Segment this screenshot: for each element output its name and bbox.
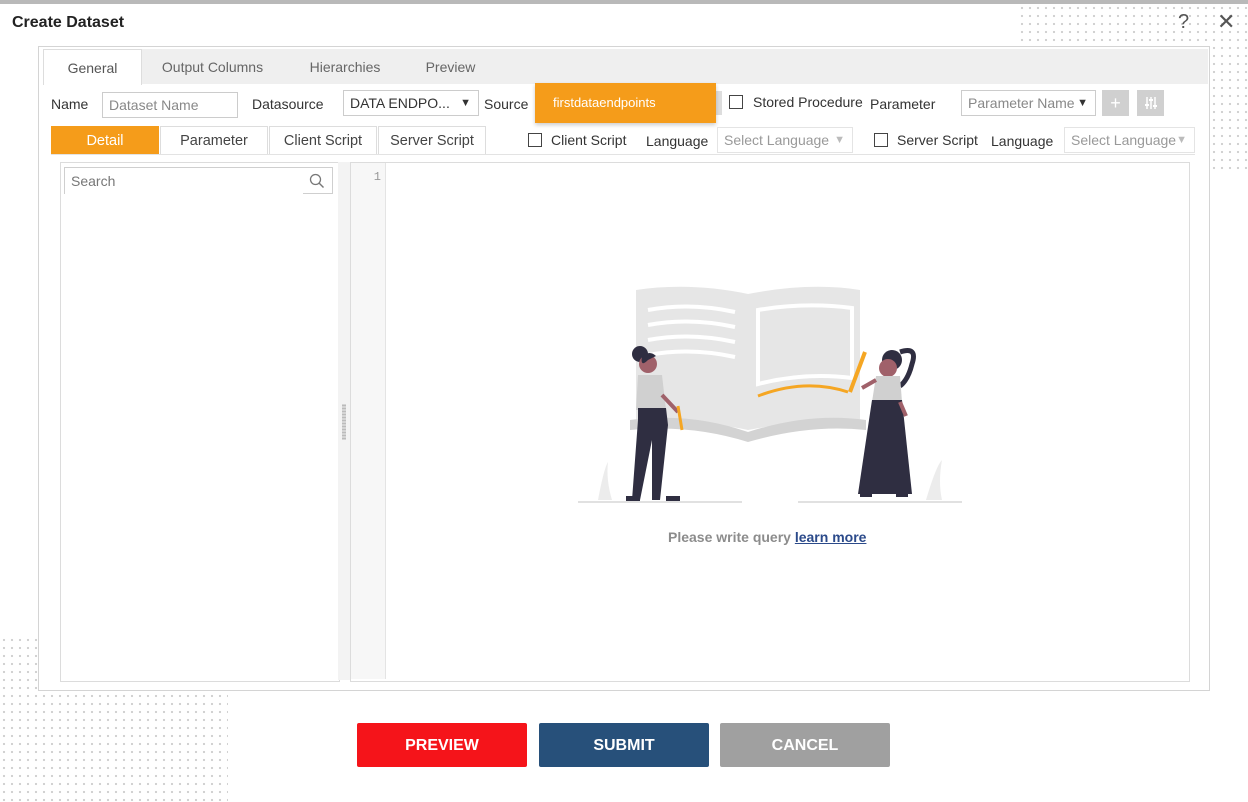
subtab-detail[interactable]: Detail bbox=[51, 126, 159, 155]
empty-state-message: Please write query learn more bbox=[668, 529, 866, 545]
tab-preview[interactable]: Preview bbox=[413, 49, 488, 84]
chevron-down-icon: ▼ bbox=[1077, 97, 1088, 109]
server-script-checkbox[interactable] bbox=[874, 133, 888, 147]
close-icon[interactable]: ✕ bbox=[1217, 11, 1235, 33]
parameter-name-placeholder: Parameter Name bbox=[968, 95, 1075, 111]
preview-button[interactable]: PREVIEW bbox=[357, 723, 527, 767]
subtab-client-script[interactable]: Client Script bbox=[269, 126, 377, 155]
drag-handle-icon[interactable] bbox=[342, 404, 346, 440]
datasource-label: Datasource bbox=[252, 96, 324, 112]
empty-state-illustration bbox=[578, 286, 962, 503]
search-input[interactable] bbox=[65, 168, 303, 194]
learn-more-link[interactable]: learn more bbox=[795, 529, 867, 545]
source-select-edge bbox=[716, 91, 722, 115]
empty-state-text: Please write query bbox=[668, 529, 791, 545]
plus-icon: + bbox=[1110, 93, 1121, 113]
subtab-underline bbox=[51, 154, 1195, 155]
client-script-label: Client Script bbox=[551, 132, 627, 148]
subtab-parameter[interactable]: Parameter bbox=[160, 126, 268, 155]
add-parameter-button[interactable]: + bbox=[1102, 90, 1129, 116]
client-language-label: Language bbox=[646, 133, 709, 149]
left-tree-pane bbox=[60, 162, 340, 682]
server-language-placeholder: Select Language bbox=[1071, 132, 1177, 148]
client-script-checkbox[interactable] bbox=[528, 133, 542, 147]
parameter-settings-button[interactable] bbox=[1137, 90, 1164, 116]
name-label: Name bbox=[51, 96, 89, 112]
source-option-highlighted[interactable]: firstdataendpoints bbox=[535, 83, 716, 123]
tree-search bbox=[64, 167, 333, 194]
server-script-label: Server Script bbox=[897, 132, 978, 148]
editor-gutter bbox=[351, 163, 386, 679]
help-icon[interactable]: ? bbox=[1178, 11, 1189, 34]
submit-button[interactable]: SUBMIT bbox=[539, 723, 709, 767]
dataset-name-input[interactable] bbox=[102, 92, 238, 118]
tab-general[interactable]: General bbox=[43, 49, 142, 85]
datasource-select[interactable]: DATA ENDPO... ▼ bbox=[343, 90, 479, 116]
line-number: 1 bbox=[373, 170, 381, 184]
subtab-server-script[interactable]: Server Script bbox=[378, 126, 486, 155]
cancel-button[interactable]: CANCEL bbox=[720, 723, 890, 767]
parameter-label: Parameter bbox=[870, 96, 936, 112]
sliders-icon bbox=[1144, 97, 1157, 109]
client-language-select[interactable]: Select Language ▼ bbox=[717, 127, 853, 153]
chevron-down-icon: ▼ bbox=[834, 134, 845, 146]
source-label: Source bbox=[484, 96, 529, 112]
main-tabbar: General Output Columns Hierarchies Previ… bbox=[43, 49, 1208, 85]
search-icon[interactable] bbox=[309, 173, 325, 189]
chevron-down-icon: ▼ bbox=[460, 97, 471, 109]
tab-hierarchies[interactable]: Hierarchies bbox=[295, 49, 395, 84]
stored-procedure-checkbox[interactable] bbox=[729, 95, 743, 109]
parameter-name-select[interactable]: Parameter Name ▼ bbox=[961, 90, 1096, 116]
dialog-title: Create Dataset bbox=[12, 14, 125, 31]
chevron-down-icon: ▼ bbox=[1176, 134, 1187, 146]
server-language-select[interactable]: Select Language ▼ bbox=[1064, 127, 1195, 153]
tab-output-columns[interactable]: Output Columns bbox=[150, 49, 275, 84]
stored-procedure-label: Stored Procedure bbox=[753, 94, 863, 110]
server-language-label: Language bbox=[991, 133, 1054, 149]
client-language-placeholder: Select Language bbox=[724, 132, 830, 148]
datasource-value: DATA ENDPO... bbox=[350, 95, 450, 111]
